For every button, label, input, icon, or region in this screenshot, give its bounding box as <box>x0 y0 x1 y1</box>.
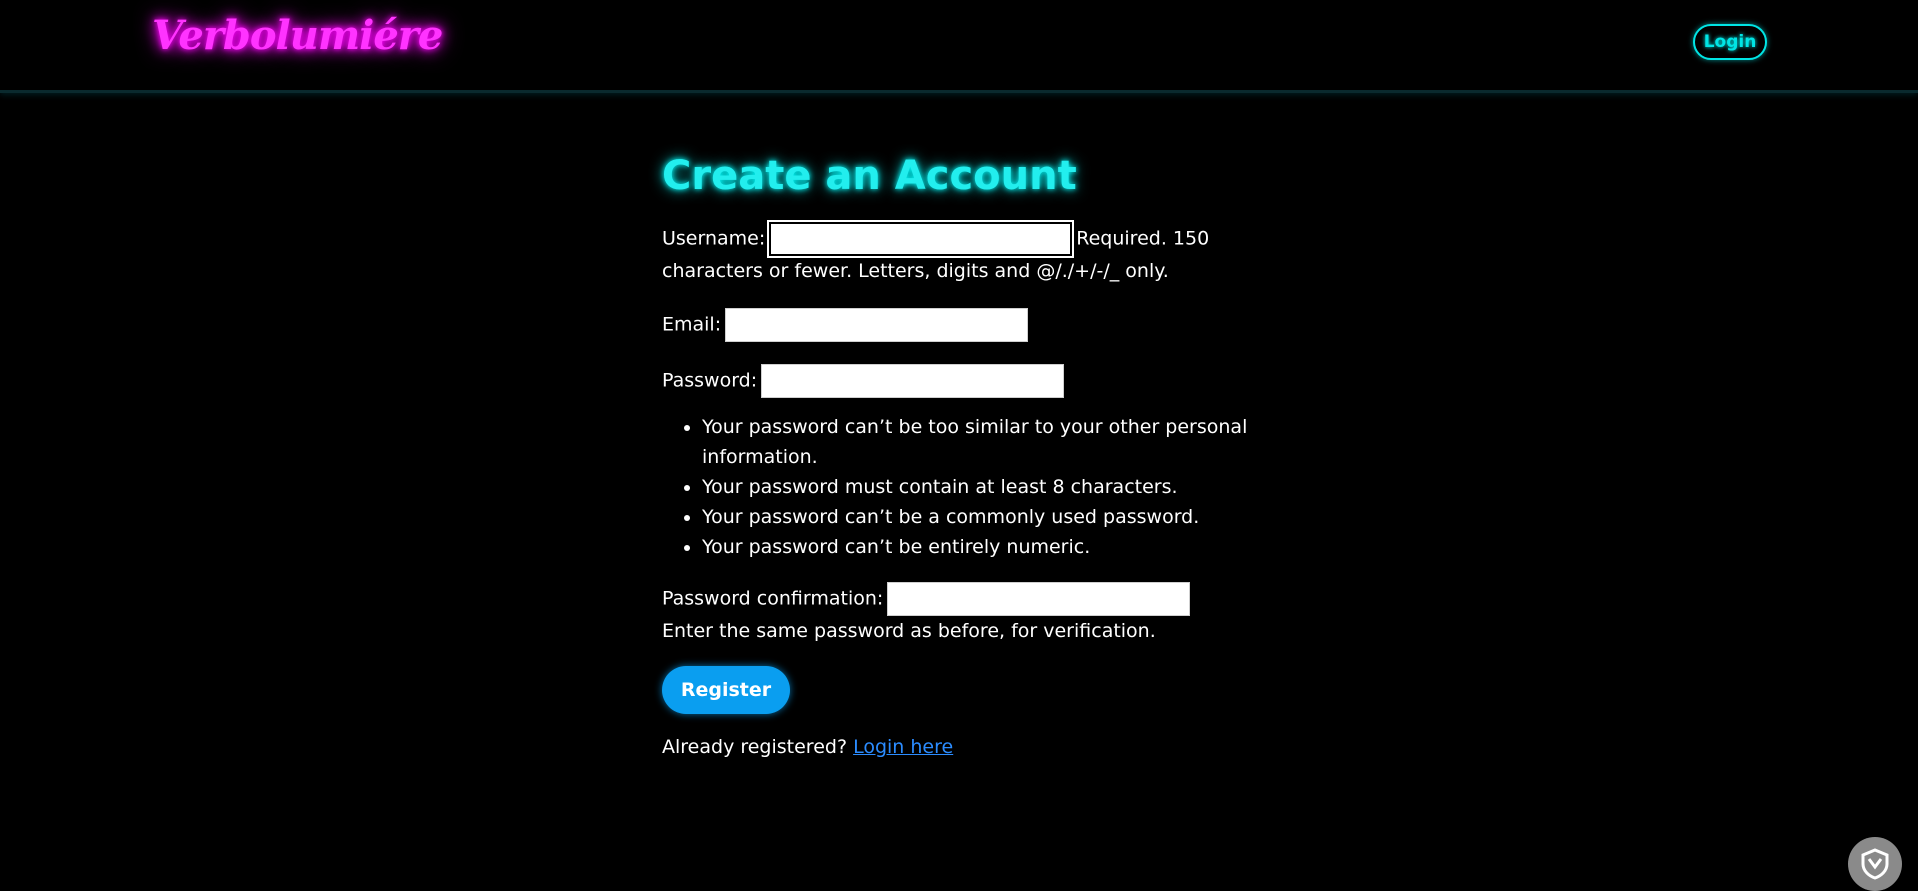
password-input[interactable] <box>761 364 1065 398</box>
password-rule: Your password must contain at least 8 ch… <box>702 472 1262 502</box>
page-title: Create an Account <box>662 153 1077 199</box>
password-confirmation-row: Password confirmation: <box>662 582 1262 616</box>
already-registered-line: Already registered? Login here <box>662 732 1262 762</box>
register-form: Create an Account Username: Required. 150… <box>662 148 1262 762</box>
shield-widget-button[interactable] <box>1848 837 1902 891</box>
register-button[interactable]: Register <box>662 666 790 714</box>
register-button-wrap: Register <box>662 666 1262 714</box>
password-confirmation-help: Enter the same password as before, for v… <box>662 620 1156 642</box>
username-row: Username: Required. 150 characters or few… <box>662 220 1262 286</box>
login-here-link[interactable]: Login here <box>853 736 953 758</box>
password-row: Password: <box>662 364 1262 398</box>
password-label: Password: <box>662 369 758 392</box>
email-label: Email: <box>662 313 722 336</box>
brand-logo[interactable]: Verbolumiére <box>152 12 443 59</box>
top-navbar: Verbolumiére Login <box>0 0 1918 93</box>
username-label: Username: <box>662 227 766 250</box>
password-rule: Your password can’t be too similar to yo… <box>702 412 1262 472</box>
password-rule: Your password can’t be entirely numeric. <box>702 532 1262 562</box>
password-rules-list: Your password can’t be too similar to yo… <box>662 412 1262 562</box>
shield-icon <box>1861 848 1889 880</box>
email-input[interactable] <box>725 308 1029 342</box>
already-registered-text: Already registered? <box>662 736 848 758</box>
login-button[interactable]: Login <box>1693 24 1767 60</box>
email-row: Email: <box>662 308 1262 342</box>
password-confirmation-input[interactable] <box>887 582 1191 616</box>
password-confirmation-label: Password confirmation: <box>662 587 884 610</box>
password-rule: Your password can’t be a commonly used p… <box>702 502 1262 532</box>
username-input[interactable] <box>767 220 1075 258</box>
